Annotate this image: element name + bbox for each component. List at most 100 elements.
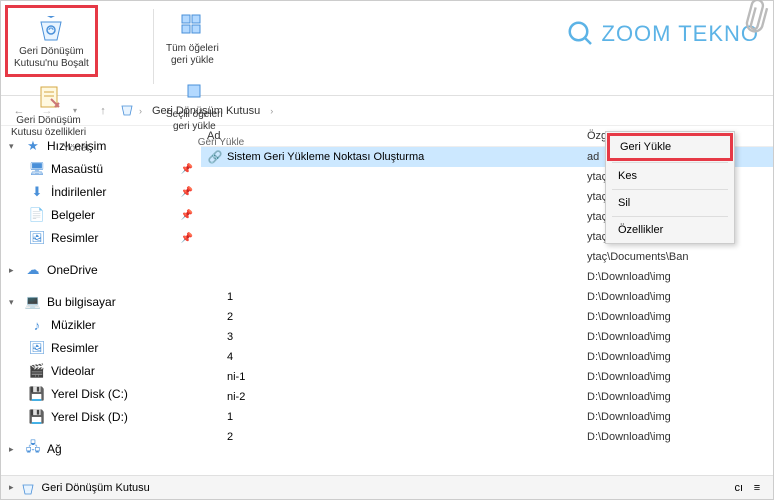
context-menu-delete[interactable]: Sil xyxy=(608,192,732,214)
disk-icon: 💾 xyxy=(29,409,45,425)
sidebar-item-label: Resimler xyxy=(51,341,98,355)
sidebar-item-music[interactable]: ♪ Müzikler xyxy=(21,314,201,336)
file-location: ytaç\Documents\Ban xyxy=(587,251,767,263)
status-label: Geri Dönüşüm Kutusu xyxy=(42,482,150,494)
recycle-bin-location-icon xyxy=(119,101,135,120)
chevron-down-icon: ▾ xyxy=(9,297,19,308)
file-icon xyxy=(207,409,223,425)
main-panel: ▾ ★ Hızlı erişim 🖥Masaüstü📌 ⬇İndirilenle… xyxy=(1,126,773,475)
sidebar-item-label: Müzikler xyxy=(51,318,96,332)
sidebar-item-local-disk-d[interactable]: 💾 Yerel Disk (D:) xyxy=(21,406,201,428)
sidebar-item-this-pc[interactable]: ▾ 💻 Bu bilgisayar xyxy=(1,291,201,313)
file-icon xyxy=(207,429,223,445)
file-name: 1 xyxy=(227,411,587,423)
sidebar-item-local-disk-c[interactable]: 💾Yerel Disk (C:) xyxy=(21,383,201,405)
file-icon xyxy=(207,289,223,305)
file-row[interactable]: ni-2D:\Download\img xyxy=(201,387,773,407)
file-list-panel: Ad Özgün Konum 🔗 Sistem Geri Yükleme Nok… xyxy=(201,126,773,475)
ribbon-label: Geri Dönüşüm xyxy=(16,115,80,126)
watermark-text: ZOOM TEKNO xyxy=(602,21,760,47)
file-row[interactable]: 2D:\Download\img xyxy=(201,307,773,327)
network-icon: 🖧 xyxy=(25,441,41,457)
restore-all-button[interactable]: Tüm öğelerigeri yükle xyxy=(160,5,225,71)
details-view-icon[interactable]: ≡ xyxy=(749,480,765,496)
context-menu-cut[interactable]: Kes xyxy=(608,165,732,187)
sidebar-item-documents[interactable]: 📄Belgeler📌 xyxy=(21,204,201,226)
pin-icon: 📌 xyxy=(181,164,193,175)
file-icon xyxy=(207,209,223,225)
up-button[interactable]: ↑ xyxy=(91,99,115,123)
file-location: D:\Download\img xyxy=(587,351,767,363)
file-row[interactable]: 2D:\Download\img xyxy=(201,427,773,447)
sidebar-item-videos[interactable]: 🎬Videolar xyxy=(21,360,201,382)
restore-selected-icon xyxy=(178,75,210,107)
file-row[interactable]: D:\Download\img xyxy=(201,267,773,287)
file-row[interactable]: 4D:\Download\img xyxy=(201,347,773,367)
status-icon-label: cı xyxy=(734,482,743,494)
file-location: D:\Download\img xyxy=(587,291,767,303)
context-menu-restore[interactable]: Geri Yükle xyxy=(607,133,733,161)
context-menu-separator xyxy=(612,189,728,190)
file-icon xyxy=(207,309,223,325)
pin-icon: 📌 xyxy=(181,187,193,198)
ribbon-label: Tüm öğeleri xyxy=(166,43,219,54)
sidebar-item-label: Masaüstü xyxy=(51,162,103,176)
sidebar-item-onedrive[interactable]: ▸ ☁ OneDrive xyxy=(1,259,201,281)
chevron-right-icon: ▸ xyxy=(9,265,19,276)
file-location: D:\Download\img xyxy=(587,391,767,403)
file-name: 4 xyxy=(227,351,587,363)
file-location: D:\Download\img xyxy=(587,331,767,343)
ribbon-label: Kutusu özellikleri xyxy=(11,127,86,138)
file-location: D:\Download\img xyxy=(587,411,767,423)
recycle-bin-properties-button[interactable]: Geri DönüşümKutusu özellikleri xyxy=(5,77,92,143)
ribbon-label: Kutusu'nu Boşalt xyxy=(14,58,89,69)
properties-icon xyxy=(33,81,65,113)
sidebar-item-desktop[interactable]: 🖥Masaüstü📌 xyxy=(21,158,201,180)
breadcrumb-separator: › xyxy=(139,106,142,116)
file-row[interactable]: 1D:\Download\img xyxy=(201,407,773,427)
pictures-icon: 🖼 xyxy=(29,230,45,246)
file-row[interactable]: ni-1D:\Download\img xyxy=(201,367,773,387)
file-icon xyxy=(207,169,223,185)
status-bar: ▸ Geri Dönüşüm Kutusu cı ≡ xyxy=(1,475,773,499)
sidebar-item-downloads[interactable]: ⬇İndirilenler📌 xyxy=(21,181,201,203)
file-icon xyxy=(207,249,223,265)
shortcut-icon: 🔗 xyxy=(207,149,223,165)
file-name: ni-2 xyxy=(227,391,587,403)
sidebar-item-label: Belgeler xyxy=(51,208,95,222)
sidebar-item-network[interactable]: ▸ 🖧 Ağ xyxy=(1,438,201,460)
ribbon-label: geri yükle xyxy=(171,55,214,66)
sidebar-item-pictures-pc[interactable]: 🖼Resimler xyxy=(21,337,201,359)
cloud-icon: ☁ xyxy=(25,262,41,278)
context-menu-separator xyxy=(612,162,728,163)
navigation-sidebar: ▾ ★ Hızlı erişim 🖥Masaüstü📌 ⬇İndirilenle… xyxy=(1,126,201,475)
column-header-name[interactable]: Ad xyxy=(207,130,587,142)
restore-all-icon xyxy=(176,9,208,41)
file-name: 1 xyxy=(227,291,587,303)
context-menu-separator xyxy=(612,216,728,217)
file-icon xyxy=(207,229,223,245)
ribbon-label: Geri Dönüşüm xyxy=(19,46,83,57)
ribbon-group-label: Yönet xyxy=(5,143,147,156)
ribbon-toolbar: Geri DönüşümKutusu'nu Boşalt Geri Dönüşü… xyxy=(1,1,773,96)
empty-recycle-bin-button[interactable]: Geri DönüşümKutusu'nu Boşalt xyxy=(5,5,98,77)
file-location: D:\Download\img xyxy=(587,371,767,383)
file-icon xyxy=(207,329,223,345)
file-row[interactable]: ytaç\Documents\Ban xyxy=(201,247,773,267)
sidebar-item-label: Bu bilgisayar xyxy=(47,295,116,309)
music-icon: ♪ xyxy=(29,317,45,333)
file-name: ni-1 xyxy=(227,371,587,383)
sidebar-item-label: Yerel Disk (D:) xyxy=(51,410,128,424)
file-row[interactable]: 1D:\Download\img xyxy=(201,287,773,307)
file-icon xyxy=(207,269,223,285)
chevron-right-icon: ▸ xyxy=(9,482,14,493)
pin-icon: 📌 xyxy=(181,210,193,221)
sidebar-item-label: Ağ xyxy=(47,442,62,456)
disk-icon: 💾 xyxy=(29,386,45,402)
videos-icon: 🎬 xyxy=(29,363,45,379)
chevron-right-icon: ▸ xyxy=(9,444,19,455)
file-row[interactable]: 3D:\Download\img xyxy=(201,327,773,347)
context-menu-properties[interactable]: Özellikler xyxy=(608,219,732,241)
recycle-bin-icon xyxy=(20,480,36,496)
sidebar-item-pictures[interactable]: 🖼Resimler📌 xyxy=(21,227,201,249)
